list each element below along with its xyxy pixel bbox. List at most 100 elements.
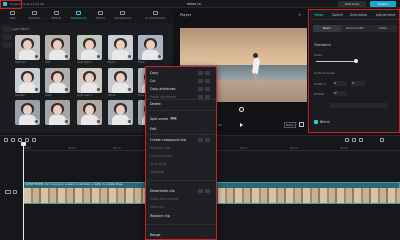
menu-item-copy-attributes[interactable]: Copy attributes <box>150 87 176 91</box>
sidebar-category[interactable] <box>2 42 12 48</box>
shortcut-key <box>198 87 203 91</box>
download-icon[interactable] <box>127 54 132 59</box>
highlight-inspector <box>308 9 400 133</box>
menu-item-replace-clip: Replace clip <box>150 146 170 150</box>
download-icon[interactable] <box>96 119 101 124</box>
more-icon[interactable]: ≡ <box>298 12 301 17</box>
tool-stickers[interactable]: Stickers <box>25 9 44 23</box>
filter-icon <box>98 11 103 15</box>
download-icon[interactable] <box>64 119 69 124</box>
menu-item-copy[interactable]: Copy <box>150 71 158 75</box>
shortcut-key <box>198 79 203 83</box>
effect-label: Halo <box>45 61 51 64</box>
menu-separator <box>146 180 216 181</box>
effect-thumbnail[interactable] <box>15 100 40 125</box>
effect-label: Beam <box>108 61 116 64</box>
shortcut-key <box>198 189 203 193</box>
sidebar-category[interactable] <box>2 26 12 32</box>
transition-icon <box>76 11 81 15</box>
effect-thumbnail[interactable] <box>45 100 70 125</box>
shortcut-key <box>198 138 203 142</box>
tool-transitions[interactable]: Transitions <box>69 9 88 23</box>
effect-thumbnail[interactable] <box>108 100 133 125</box>
effect-label: Sparkle <box>15 94 25 97</box>
export-button[interactable]: Export <box>370 1 396 7</box>
download-icon[interactable] <box>64 54 69 59</box>
download-icon[interactable] <box>34 54 39 59</box>
effect-thumbnail[interactable] <box>45 68 70 93</box>
playhead-handle[interactable] <box>21 142 26 146</box>
menu-item-delete[interactable]: Delete <box>150 102 161 106</box>
download-icon[interactable] <box>127 87 132 92</box>
shortcut-key <box>198 71 203 75</box>
playhead[interactable] <box>23 143 24 240</box>
ruler-tick: 00:10 <box>113 147 121 150</box>
sidebar-category[interactable] <box>2 34 12 40</box>
preview-axis-icon[interactable] <box>359 138 363 142</box>
effect-thumbnail[interactable] <box>77 68 102 93</box>
lock-icon[interactable] <box>13 190 17 194</box>
shortcut-key <box>205 79 210 83</box>
tool-filters[interactable]: Filters <box>91 9 110 23</box>
effect-thumbnail[interactable] <box>108 35 133 60</box>
ratio-button[interactable]: Ratio <box>284 122 296 128</box>
menu-separator <box>146 134 216 135</box>
menu-item-split-scene[interactable]: Split scene <box>150 117 168 121</box>
tool-adjustment[interactable]: Adjustment <box>113 9 132 23</box>
effect-thumbnail[interactable] <box>138 35 163 60</box>
download-icon[interactable] <box>157 54 162 59</box>
effect-label: Light leak 2 <box>77 94 93 97</box>
shortcut-key <box>205 95 210 99</box>
clip-title: SCENE MODEL Girl running on a beach in s… <box>25 183 123 186</box>
ruler-tick: 00:00 <box>23 147 31 150</box>
effect-thumbnail[interactable] <box>77 35 102 60</box>
shortcuts-button[interactable]: Shortcuts <box>338 1 366 7</box>
undo-icon[interactable] <box>11 138 15 142</box>
effect-thumbnail[interactable] <box>108 68 133 93</box>
clip-thumbnails <box>24 188 158 203</box>
download-icon[interactable] <box>34 87 39 92</box>
download-icon[interactable] <box>64 87 69 92</box>
menu-item-range[interactable]: Range <box>150 233 160 237</box>
ai-character-icon <box>152 11 158 15</box>
shortcut-key <box>205 138 210 142</box>
effect-thumbnail[interactable] <box>15 35 40 60</box>
delete-icon[interactable] <box>32 138 36 142</box>
player-title: Player <box>180 13 192 17</box>
menu-item-hide-clip: Hide clip <box>150 205 165 209</box>
link-icon[interactable] <box>352 138 356 142</box>
effect-label: Light leak 1 <box>77 61 93 64</box>
menu-item-edit[interactable]: Edit <box>150 127 156 131</box>
zoom-icon[interactable] <box>380 138 384 142</box>
ruler-tick: 00:20 <box>290 147 298 150</box>
download-icon[interactable] <box>34 119 39 124</box>
scrub-handle[interactable] <box>239 107 244 112</box>
menu-item-create-compound-clip[interactable]: Create compound clip <box>150 138 186 142</box>
menu-item-link-to-media: Link to media <box>150 154 173 158</box>
effect-label: Flash <box>138 61 145 64</box>
menu-item-show-thumbnails: Show thumbnails <box>150 197 179 201</box>
menu-item-crop-to-fit: Crop to fit <box>150 162 167 166</box>
download-icon[interactable] <box>96 54 101 59</box>
menu-separator <box>146 110 216 111</box>
media-toolbar: Text Stickers Effects Transitions Filter… <box>0 9 173 23</box>
download-icon[interactable] <box>96 87 101 92</box>
menu-item-paste-attributes: Paste attributes <box>150 95 177 99</box>
menu-item-cut[interactable]: Cut <box>150 79 156 83</box>
download-icon[interactable] <box>127 119 132 124</box>
tool-effects[interactable]: Effects <box>47 9 66 23</box>
effect-thumbnail[interactable] <box>77 100 102 125</box>
effect-label: Glamour <box>15 61 27 64</box>
shortcut-key <box>205 71 210 75</box>
select-tool-icon[interactable] <box>4 138 8 142</box>
effect-thumbnail[interactable] <box>45 35 70 60</box>
menu-item-deactivate-clip[interactable]: Deactivate clip <box>150 189 175 193</box>
tool-text[interactable]: Text <box>3 9 22 23</box>
track-video-icon[interactable] <box>5 190 11 194</box>
effect-thumbnail[interactable] <box>15 68 40 93</box>
magnet-icon[interactable] <box>345 138 349 142</box>
menu-item-replace-clip[interactable]: Replace clip <box>150 214 170 218</box>
tool-ai-characters[interactable]: AI Characters <box>140 9 170 23</box>
play-icon[interactable] <box>240 123 243 127</box>
fullscreen-icon[interactable] <box>299 122 304 127</box>
